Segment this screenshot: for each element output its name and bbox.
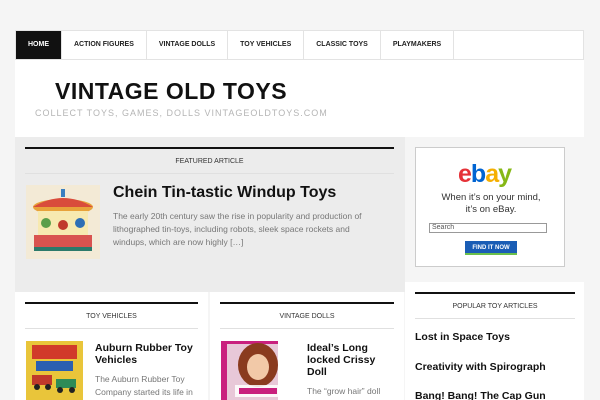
toy-vehicles-excerpt-line1: The Auburn Rubber Toy bbox=[95, 374, 185, 384]
site-title[interactable]: VINTAGE OLD TOYS bbox=[55, 78, 287, 105]
ebay-logo-y: y bbox=[498, 160, 512, 188]
vintage-dolls-title-line3: Doll bbox=[307, 366, 327, 378]
vintage-dolls-excerpt: The “grow hair” doll bbox=[307, 385, 380, 398]
featured-article-image[interactable] bbox=[26, 185, 100, 259]
ad-tagline-line2: it’s on eBay. bbox=[465, 204, 517, 215]
nav-item-classic-toys[interactable]: CLASSIC TOYS bbox=[304, 31, 381, 59]
toy-vehicles-heading: TOY VEHICLES bbox=[25, 302, 198, 329]
ebay-logo-b: b bbox=[470, 160, 486, 188]
toy-vehicles-title-line1: Auburn Rubber Toy bbox=[95, 342, 193, 354]
nav-item-toy-vehicles[interactable]: TOY VEHICLES bbox=[228, 31, 305, 59]
nav-item-action-figures[interactable]: ACTION FIGURES bbox=[62, 31, 147, 59]
toy-vehicles-title-line2: Vehicles bbox=[95, 354, 138, 366]
popular-article-link[interactable]: Bang! Bang! The Cap Gun bbox=[415, 390, 546, 400]
carousel-toy-image bbox=[26, 185, 100, 259]
nav-item-vintage-dolls[interactable]: VINTAGE DOLLS bbox=[147, 31, 229, 59]
featured-article-excerpt: The early 20th century saw the rise in p… bbox=[113, 211, 362, 247]
rubber-toy-book-image bbox=[26, 341, 83, 400]
popular-article-link[interactable]: Creativity with Spirograph bbox=[415, 361, 546, 373]
popular-article-link[interactable]: Lost in Space Toys bbox=[415, 331, 510, 343]
toy-vehicles-title[interactable]: Auburn Rubber Toy Vehicles bbox=[95, 342, 193, 366]
vintage-dolls-heading: VINTAGE DOLLS bbox=[220, 302, 394, 329]
featured-article-title[interactable]: Chein Tin-tastic Windup Toys bbox=[113, 184, 336, 202]
nav-item-home[interactable]: HOME bbox=[16, 31, 62, 59]
vintage-dolls-title-line2: locked Crissy bbox=[307, 354, 376, 366]
ad-tagline: When it’s on your mind, it’s on eBay. bbox=[416, 192, 566, 216]
ebay-logo-a: a bbox=[485, 160, 499, 188]
vintage-dolls-title[interactable]: Ideal’s Long locked Crissy Doll bbox=[307, 342, 375, 378]
vintage-dolls-excerpt-line1: The “grow hair” doll bbox=[307, 386, 381, 396]
featured-article-heading: FEATURED ARTICLE bbox=[25, 147, 394, 174]
ad-tagline-line1: When it’s on your mind, bbox=[441, 192, 541, 203]
vintage-dolls-title-line1: Ideal’s Long bbox=[307, 342, 368, 354]
main-nav: HOME ACTION FIGURES VINTAGE DOLLS TOY VE… bbox=[15, 30, 584, 60]
site-header: VINTAGE OLD TOYS COLLECT TOYS, GAMES, DO… bbox=[15, 60, 584, 137]
site-description: COLLECT TOYS, GAMES, DOLLS VINTAGEOLDTOY… bbox=[35, 108, 328, 118]
toy-vehicles-excerpt-line2: Company started its life in bbox=[95, 387, 193, 397]
toy-vehicles-excerpt: The Auburn Rubber Toy Company started it… bbox=[95, 373, 193, 399]
toy-vehicles-image[interactable] bbox=[26, 341, 83, 400]
ad-search-input[interactable]: Search bbox=[429, 223, 547, 233]
vintage-dolls-image[interactable] bbox=[221, 341, 278, 400]
popular-articles-heading: POPULAR TOY ARTICLES bbox=[415, 292, 575, 319]
ebay-ad[interactable]: ebay When it’s on your mind, it’s on eBa… bbox=[415, 147, 565, 267]
crissy-doll-image bbox=[221, 341, 278, 400]
find-it-now-button[interactable]: FIND IT NOW bbox=[465, 241, 517, 255]
ebay-logo-e: e bbox=[458, 160, 472, 188]
ebay-logo: ebay bbox=[458, 160, 512, 189]
nav-item-playmakers[interactable]: PLAYMAKERS bbox=[381, 31, 455, 59]
